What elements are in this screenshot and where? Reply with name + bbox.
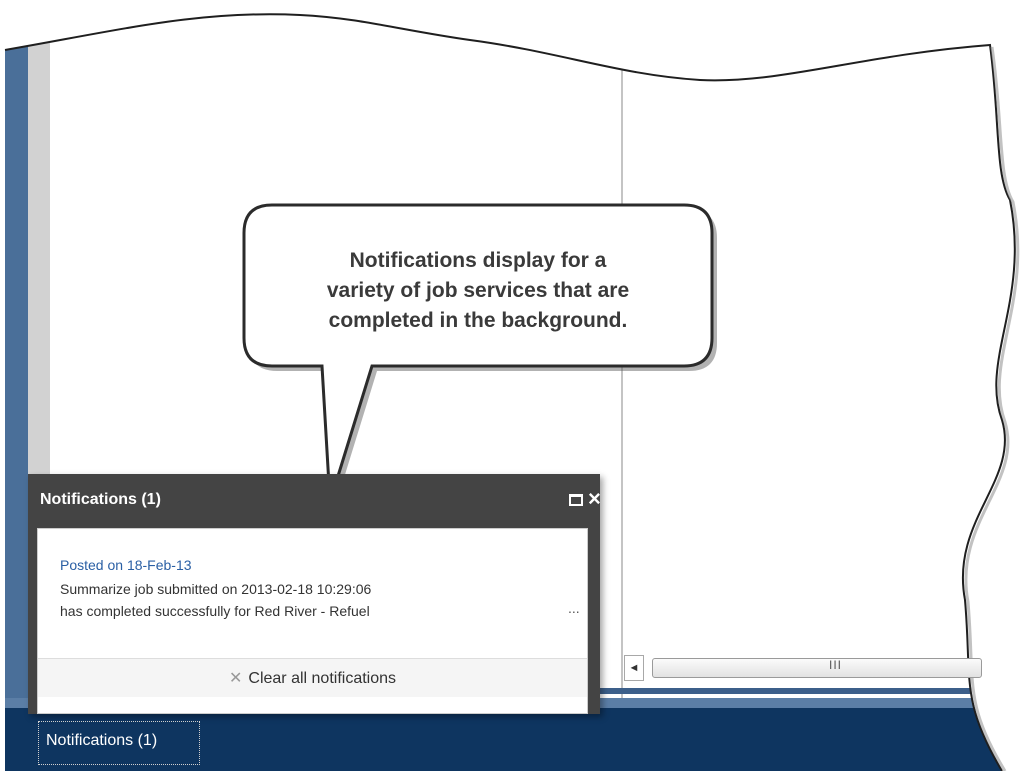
callout-line: completed in the background.: [328, 309, 628, 332]
close-icon[interactable]: ×: [588, 488, 601, 510]
callout-line: Notifications display for a: [349, 249, 607, 272]
notifications-header: Notifications (1) ×: [28, 474, 601, 526]
taskbar-notifications-label: Notifications (1): [46, 732, 158, 749]
notification-message-line: Summarize job submitted on 2013-02-18 10…: [60, 581, 372, 597]
left-sidebar-strip: [5, 14, 28, 705]
taskbar-notifications-button[interactable]: Notifications (1): [38, 721, 200, 765]
horizontal-scrollbar-thumb[interactable]: III: [652, 658, 982, 678]
maximize-icon[interactable]: [569, 494, 583, 506]
scroll-left-button[interactable]: ◄: [624, 655, 644, 681]
clear-notifications-row: ✕ Clear all notifications: [38, 658, 587, 697]
notifications-title: Notifications (1): [40, 491, 161, 508]
notification-more-button[interactable]: ...: [568, 600, 580, 616]
scrollbar-grip-icon: III: [829, 658, 843, 672]
horizontal-rule: [600, 688, 1015, 694]
notifications-panel: Notifications (1) × Posted on 18-Feb-13 …: [28, 474, 601, 714]
clear-all-notifications-button[interactable]: ✕ Clear all notifications: [38, 668, 587, 688]
notification-date-link[interactable]: Posted on 18-Feb-13: [60, 557, 192, 573]
screenshot-stage: Notifications display for a variety of j…: [0, 0, 1024, 771]
notification-message-line: has completed successfully for Red River…: [60, 603, 370, 619]
callout-line: variety of job services that are: [326, 279, 630, 302]
clear-x-icon: ✕: [228, 670, 243, 687]
callout-text: Notifications display for a variety of j…: [258, 246, 698, 336]
clear-all-label: Clear all notifications: [248, 670, 397, 687]
notifications-body: Posted on 18-Feb-13 Summarize job submit…: [37, 528, 588, 714]
